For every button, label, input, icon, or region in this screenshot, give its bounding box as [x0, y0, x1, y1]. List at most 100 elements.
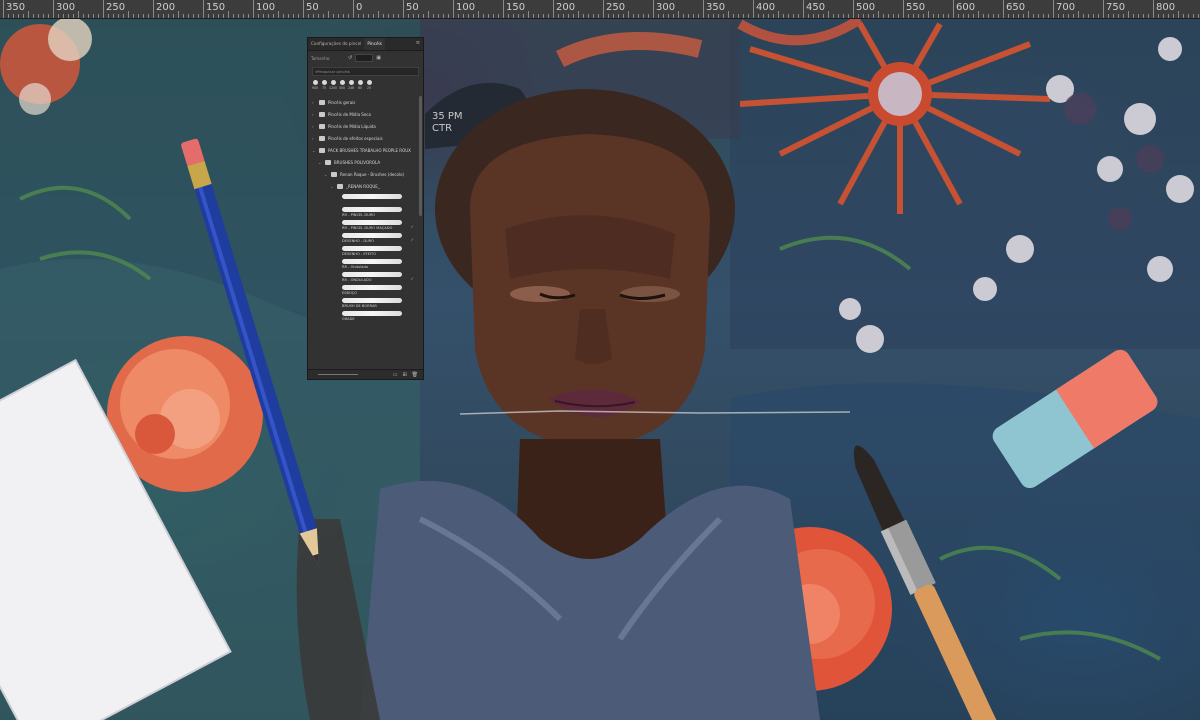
preset-brush[interactable]: 246 [347, 80, 355, 90]
chevron-down-icon[interactable]: ⌄ [330, 184, 334, 189]
ruler-minor-tick [628, 11, 629, 18]
ruler-minor-tick [388, 14, 389, 18]
tab-brushes[interactable]: Pincéis [364, 38, 385, 50]
chevron-right-icon[interactable]: › [312, 124, 316, 129]
brush-preset-item[interactable]: RR - PINCEL DURO [308, 205, 420, 218]
ruler-minor-tick [8, 14, 9, 18]
panel-scrollbar[interactable] [419, 96, 422, 216]
preset-brush[interactable]: 75 [320, 80, 328, 90]
brush-preset-item[interactable]: DESENHO - EFEITO [308, 244, 420, 257]
preset-brush[interactable]: 1200 [329, 80, 337, 90]
ruler-label: 350 [706, 2, 726, 13]
chevron-down-icon[interactable]: ⌄ [318, 160, 322, 165]
ruler-minor-tick [858, 14, 859, 18]
ruler-minor-tick [1113, 14, 1114, 18]
brush-preset-item[interactable]: BRUSH DE BORRAR [308, 296, 420, 309]
brush-label: RR - ONDULADO [342, 278, 372, 282]
ruler-label: 700 [1056, 2, 1076, 13]
ruler-minor-tick [748, 14, 749, 18]
folder-new-icon[interactable]: ▭ [393, 372, 398, 378]
brush-preset-item[interactable]: DESENHO - DURO ✓ [308, 231, 420, 244]
brush-group[interactable]: › Pincéis gerais [308, 96, 420, 108]
chevron-down-icon[interactable]: ⌄ [324, 172, 328, 177]
brush-stroke-preview [342, 259, 402, 264]
ruler-minor-tick [418, 14, 419, 18]
new-preset-icon[interactable]: ⊞ [402, 372, 406, 378]
document-canvas[interactable]: 35 PM CTR [0, 19, 1200, 720]
ruler-minor-tick [1158, 14, 1159, 18]
chevron-right-icon[interactable]: › [312, 100, 316, 105]
brush-stroke-preview [342, 311, 402, 316]
ruler-label: 250 [606, 2, 626, 13]
ruler-minor-tick [373, 14, 374, 18]
brush-group[interactable]: › Pincéis de efeitos especiais [308, 132, 420, 144]
ruler-minor-tick [218, 14, 219, 18]
ruler-minor-tick [493, 14, 494, 18]
ruler-major-tick [953, 0, 954, 18]
brush-group[interactable]: › Pincéis de Mídia Líquida [308, 120, 420, 132]
ruler-major-tick [1153, 0, 1154, 18]
size-input[interactable] [355, 54, 374, 62]
brush-preset-item[interactable]: GRADE [308, 309, 420, 322]
ruler-label: 750 [1106, 2, 1126, 13]
ruler-minor-tick [88, 14, 89, 18]
brush-label: ESBOÇO [342, 291, 358, 295]
ruler-minor-tick [173, 14, 174, 18]
ruler-minor-tick [213, 14, 214, 18]
brush-label: RR - Ondulado [342, 265, 368, 269]
brush-group[interactable]: › Pincéis de Mídia Seca [308, 108, 420, 120]
brush-preset-item[interactable]: ESBOÇO [308, 283, 420, 296]
ruler-minor-tick [513, 14, 514, 18]
reset-size-icon[interactable]: ↺ [348, 55, 352, 61]
horizontal-ruler[interactable]: 350 300 250 200 150 100 50 0 50 100 150 200 250 300 35… [0, 0, 1200, 19]
ruler-minor-tick [658, 14, 659, 18]
preview-size-slider[interactable] [318, 374, 358, 375]
size-row: Tamanho: ↺ ▣ [308, 51, 423, 65]
ruler-minor-tick [1088, 14, 1089, 18]
brush-preset-item[interactable]: RR - PINCEL DURO MAÇADO ✓ [308, 218, 420, 231]
ruler-minor-tick [73, 14, 74, 18]
ruler-minor-tick [48, 14, 49, 18]
ruler-label: 300 [56, 2, 76, 13]
new-brush-icon[interactable]: ▣ [376, 55, 381, 61]
ruler-major-tick [603, 0, 604, 18]
ruler-minor-tick [1108, 14, 1109, 18]
ruler-minor-tick [498, 14, 499, 18]
brush-search-input[interactable]: ⌕ Pesquisar pincéis [312, 67, 419, 76]
brush-label: DESENHO - EFEITO [342, 252, 377, 256]
ruler-minor-tick [893, 14, 894, 18]
ruler-minor-tick [1163, 14, 1164, 18]
ruler-minor-tick [968, 14, 969, 18]
ruler-minor-tick [938, 14, 939, 18]
panel-menu-icon[interactable]: ≡ [416, 40, 420, 46]
brushes-panel[interactable]: Configurações do pincel Pincéis ≡ Tamanh… [307, 37, 424, 380]
preset-brush[interactable]: 900 [311, 80, 319, 90]
ruler-minor-tick [473, 14, 474, 18]
ruler-major-tick [1103, 0, 1104, 18]
ruler-minor-tick [928, 11, 929, 18]
ruler-minor-tick [918, 14, 919, 18]
brush-list[interactable]: › Pincéis gerais › Pincéis de Mídia Seca ›… [308, 96, 420, 322]
preset-brush[interactable]: 25 [365, 80, 373, 90]
brush-preset-item[interactable]: RR - Ondulado [308, 257, 420, 270]
brush-group[interactable]: ⌄ PACK BRUSHES TRABALHO PEOPLE ROUX [308, 144, 420, 156]
ruler-minor-tick [288, 14, 289, 18]
ruler-minor-tick [923, 14, 924, 18]
preset-brush[interactable]: 500 [338, 80, 346, 90]
brush-group[interactable]: ⌄ BRUSHES POLIVOROLA [308, 156, 420, 168]
ruler-minor-tick [463, 14, 464, 18]
preset-brush[interactable]: 60 [356, 80, 364, 90]
ruler-minor-tick [548, 14, 549, 18]
tab-brush-settings[interactable]: Configurações do pincel [308, 38, 364, 50]
brush-group[interactable]: ⌄ _RENAN ROQUE_ [308, 180, 420, 192]
brush-preset-item[interactable]: RR - ONDULADO ✓ [308, 270, 420, 283]
chevron-right-icon[interactable]: › [312, 136, 316, 141]
preset-dot-icon [366, 80, 372, 85]
brush-group[interactable]: ⌄ Renan Roque - Brushes (decolo) [308, 168, 420, 180]
ruler-minor-tick [1198, 14, 1199, 18]
chevron-down-icon[interactable]: ⌄ [312, 148, 316, 153]
trash-icon[interactable]: 🗑 [412, 372, 418, 378]
brush-preset-item[interactable] [308, 192, 420, 205]
chevron-right-icon[interactable]: › [312, 112, 316, 117]
clock-text-1: 35 PM [432, 111, 463, 122]
